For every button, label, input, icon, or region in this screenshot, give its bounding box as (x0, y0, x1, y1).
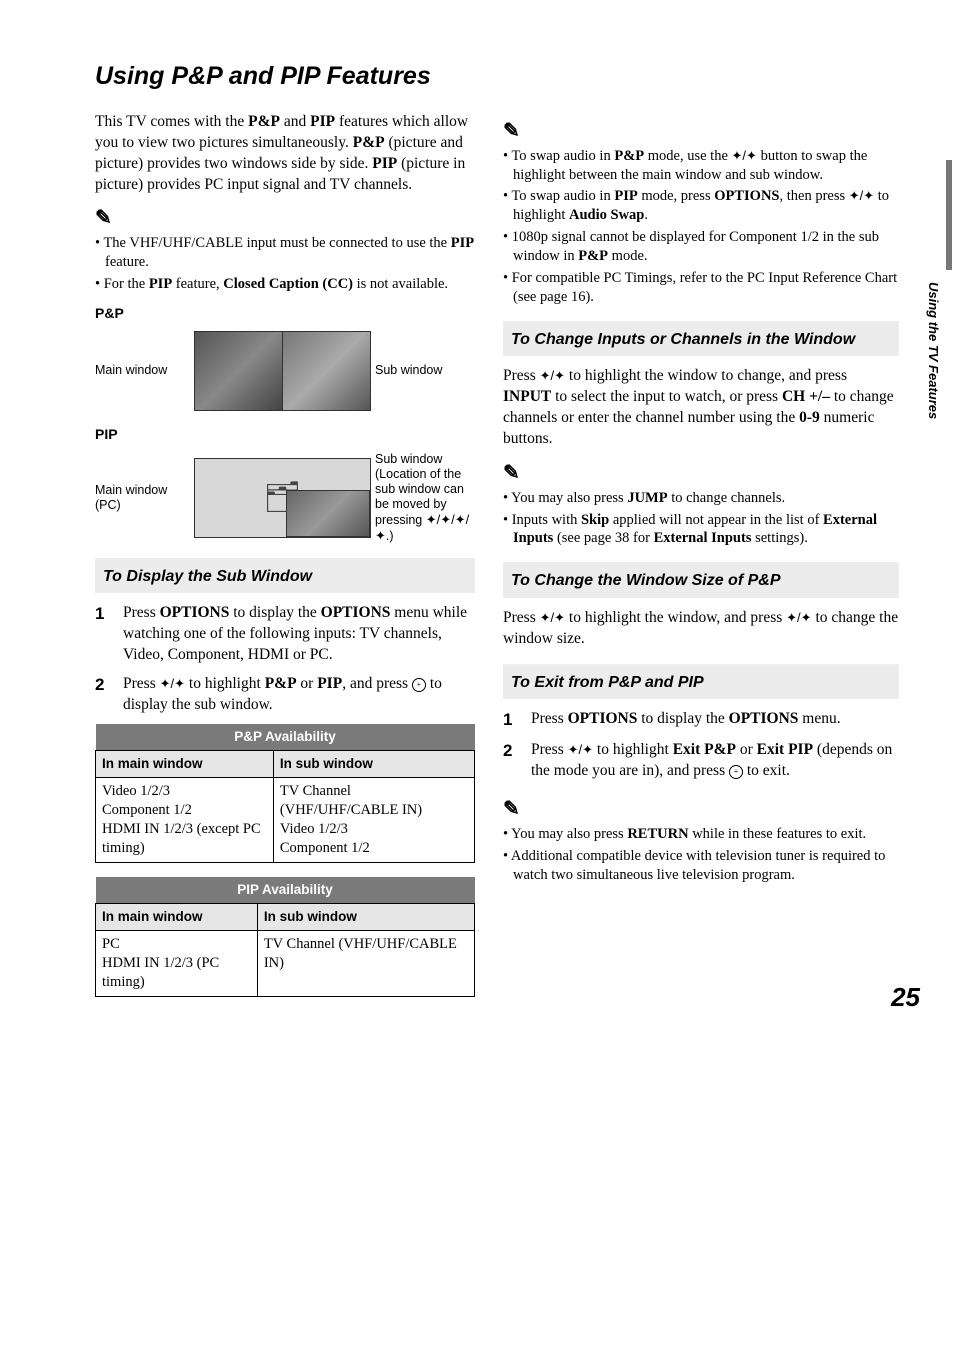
pp-table-h2: In sub window (273, 751, 474, 778)
sec2-body: Press ✦/✦ to highlight the window to cha… (503, 366, 899, 450)
pp-availability-table: P&P Availability In main window In sub w… (95, 724, 475, 863)
section-display-sub: To Display the Sub Window (95, 558, 475, 594)
note-list-1: The VHF/UHF/CABLE input must be connecte… (95, 234, 475, 294)
step-num: 2 (503, 740, 519, 782)
pp-figure: Main window Sub window (95, 331, 475, 411)
note-icon: ✎ (503, 118, 520, 145)
pp-label: P&P (95, 304, 475, 323)
pip-label: PIP (95, 425, 475, 444)
pip-table-c1: PCHDMI IN 1/2/3 (PC timing) (96, 931, 258, 997)
pp-main-label: Main window (95, 363, 190, 378)
pp-table-caption: P&P Availability (96, 724, 475, 751)
list-item: Additional compatible device with televi… (503, 847, 899, 885)
list-item: Inputs with Skip applied will not appear… (503, 511, 899, 549)
pip-image: 🗂 (194, 458, 371, 538)
pp-image (194, 331, 371, 411)
intro-text: This TV comes with the P&P and PIP featu… (95, 112, 475, 196)
section-exit: To Exit from P&P and PIP (503, 664, 899, 700)
step-exit-1: 1 Press OPTIONS to display the OPTIONS m… (503, 709, 899, 732)
pp-sub-label: Sub window (375, 363, 475, 378)
step-2: 2 Press ✦/✦ to highlight P&P or PIP, and… (95, 674, 475, 716)
pip-table-h2: In sub window (257, 903, 474, 930)
sec3-body: Press ✦/✦ to highlight the window, and p… (503, 608, 899, 650)
step-exit-2: 2 Press ✦/✦ to highlight Exit P&P or Exi… (503, 740, 899, 782)
page-number: 25 (891, 980, 920, 1015)
list-item: 1080p signal cannot be displayed for Com… (503, 228, 899, 266)
pip-table-caption: PIP Availability (96, 877, 475, 904)
pip-table-c2: TV Channel (VHF/UHF/CABLE IN) (257, 931, 474, 997)
section-change-inputs: To Change Inputs or Channels in the Wind… (503, 321, 899, 357)
page-title: Using P&P and PIP Features (95, 60, 899, 94)
list-item: To swap audio in PIP mode, press OPTIONS… (503, 187, 899, 225)
note-list-3: You may also press JUMP to change channe… (503, 489, 899, 549)
list-item: For compatible PC Timings, refer to the … (503, 269, 899, 307)
pip-table-h1: In main window (96, 903, 258, 930)
step-1: 1 Press OPTIONS to display the OPTIONS m… (95, 603, 475, 666)
list-item: The VHF/UHF/CABLE input must be connecte… (95, 234, 475, 272)
section-window-size: To Change the Window Size of P&P (503, 562, 899, 598)
step-num-2: 2 (95, 674, 111, 716)
pip-sub-label: Sub window (Location of the sub window c… (375, 452, 475, 544)
pp-table-h1: In main window (96, 751, 274, 778)
pp-table-c2: TV Channel (VHF/UHF/CABLE IN)Video 1/2/3… (273, 778, 474, 862)
step-body: Press OPTIONS to display the OPTIONS men… (531, 709, 899, 732)
step-num-1: 1 (95, 603, 111, 666)
note-icon: ✎ (503, 796, 520, 823)
list-item: You may also press RETURN while in these… (503, 825, 899, 844)
step-num: 1 (503, 709, 519, 732)
note-list-2: To swap audio in P&P mode, use the ✦/✦ b… (503, 147, 899, 307)
left-column: This TV comes with the P&P and PIP featu… (95, 112, 475, 1011)
note-icon: ✎ (95, 205, 112, 232)
step-body-2: Press ✦/✦ to highlight P&P or PIP, and p… (123, 674, 475, 716)
side-accent-bar (946, 160, 952, 270)
list-item: You may also press JUMP to change channe… (503, 489, 899, 508)
pip-figure: Main window (PC) 🗂 Sub window (Location … (95, 452, 475, 544)
right-column: ✎ To swap audio in P&P mode, use the ✦/✦… (503, 112, 899, 1011)
note-list-4: You may also press RETURN while in these… (503, 825, 899, 885)
pip-availability-table: PIP Availability In main window In sub w… (95, 877, 475, 997)
list-item: To swap audio in P&P mode, use the ✦/✦ b… (503, 147, 899, 185)
side-tab-text: Using the TV Features (924, 282, 942, 419)
step-body-1: Press OPTIONS to display the OPTIONS men… (123, 603, 475, 666)
pip-sub-image (286, 490, 370, 537)
pip-main-label: Main window (PC) (95, 483, 190, 513)
note-icon: ✎ (503, 460, 520, 487)
list-item: For the PIP feature, Closed Caption (CC)… (95, 275, 475, 294)
step-body: Press ✦/✦ to highlight Exit P&P or Exit … (531, 740, 899, 782)
pp-table-c1: Video 1/2/3Component 1/2HDMI IN 1/2/3 (e… (96, 778, 274, 862)
